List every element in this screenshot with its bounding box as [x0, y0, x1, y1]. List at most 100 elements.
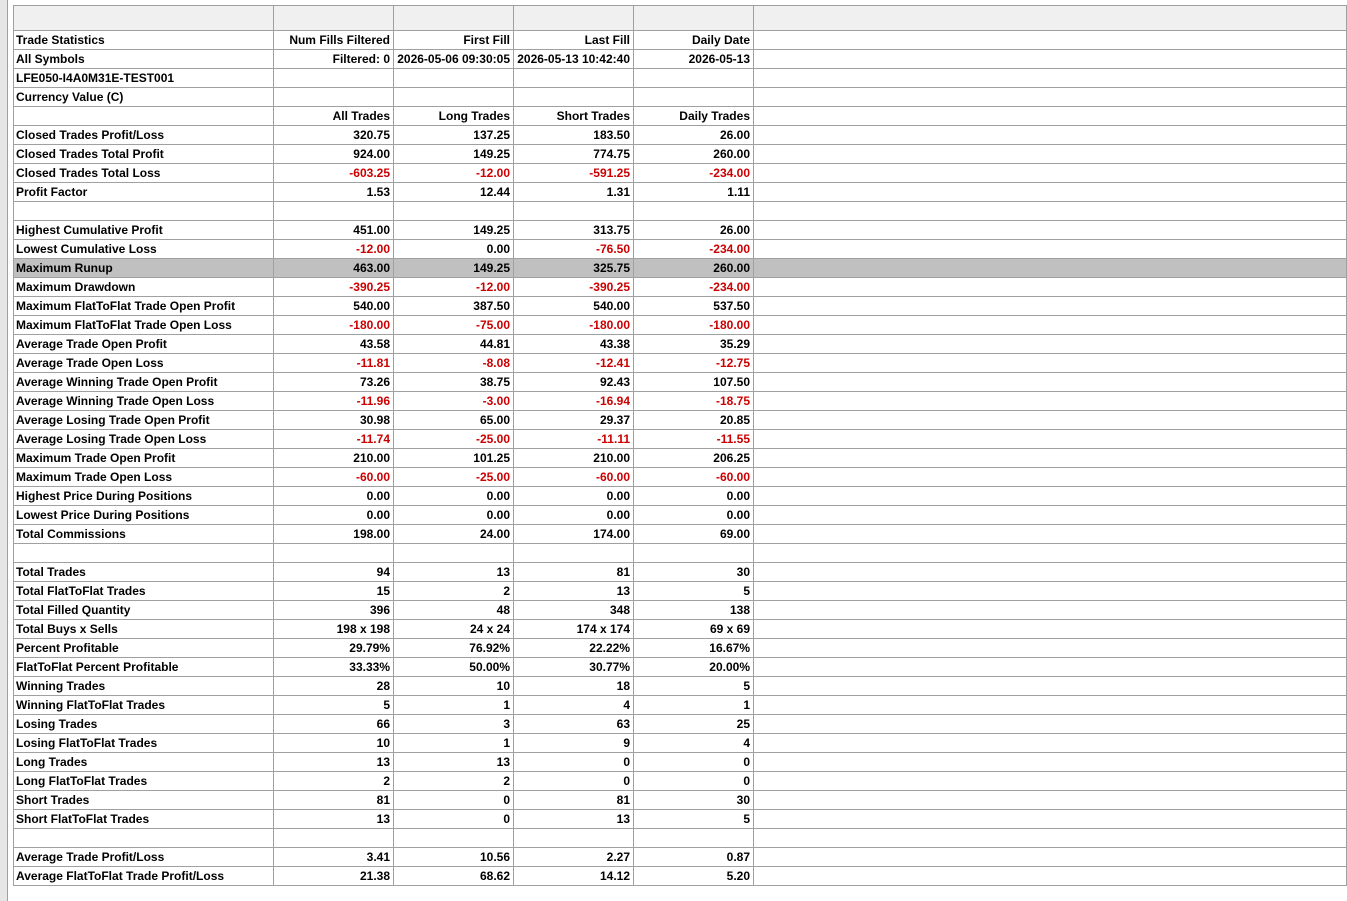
- empty-cell: [393, 201, 514, 221]
- empty-cell: [753, 657, 1347, 677]
- stat-value: 30.77%: [513, 657, 634, 677]
- daily-date-heading: Daily Date: [633, 30, 754, 50]
- stat-value: 65.00: [393, 410, 514, 430]
- stat-value: 50.00%: [393, 657, 514, 677]
- empty-cell: [753, 828, 1347, 848]
- stat-row: Long FlatToFlat Trades 2 2 0 0: [13, 771, 1347, 791]
- stat-value: -60.00: [633, 467, 754, 487]
- stat-row: FlatToFlat Percent Profitable 33.33% 50.00…: [13, 657, 1347, 677]
- stat-value: -390.25: [273, 277, 394, 297]
- stat-value: 13: [513, 581, 634, 601]
- empty-cell: [753, 49, 1347, 69]
- empty-cell: [633, 201, 754, 221]
- stat-value: 206.25: [633, 448, 754, 468]
- stat-row: Average Winning Trade Open Profit 73.26 38…: [13, 372, 1347, 392]
- stat-value: 5: [273, 695, 394, 715]
- empty-cell: [753, 866, 1347, 886]
- stat-label: Average FlatToFlat Trade Profit/Loss: [13, 866, 274, 886]
- stat-value: 0.00: [393, 239, 514, 259]
- stat-value: -603.25: [273, 163, 394, 183]
- stat-value: 30: [633, 562, 754, 582]
- stat-value: 396: [273, 600, 394, 620]
- stat-value: 537.50: [633, 296, 754, 316]
- stat-value: 0: [633, 771, 754, 791]
- stat-value: 174 x 174: [513, 619, 634, 639]
- stat-row: Winning FlatToFlat Trades 5 1 4 1: [13, 695, 1347, 715]
- empty-cell: [273, 828, 394, 848]
- stat-value: 9: [513, 733, 634, 753]
- stat-value: 94: [273, 562, 394, 582]
- account-label: LFE050-I4A0M31E-TEST001: [13, 68, 274, 88]
- stat-label: Maximum Runup: [13, 258, 274, 278]
- stat-value: 0.87: [633, 847, 754, 867]
- col-short-trades: Short Trades: [513, 106, 634, 126]
- empty-cell: [753, 847, 1347, 867]
- stat-value: -3.00: [393, 391, 514, 411]
- empty-cell: [513, 543, 634, 563]
- stat-value: 1: [393, 695, 514, 715]
- empty-cell: [753, 467, 1347, 487]
- stat-row: Highest Cumulative Profit 451.00 149.25 313…: [13, 220, 1347, 240]
- empty-cell: [753, 182, 1347, 202]
- stat-value: 0.00: [513, 486, 634, 506]
- stat-value: 4: [513, 695, 634, 715]
- last-fill-value: 2026-05-13 10:42:40: [513, 49, 634, 69]
- empty-cell: [273, 87, 394, 107]
- stat-label: Total Commissions: [13, 524, 274, 544]
- daily-date-value: 2026-05-13: [633, 49, 754, 69]
- stat-value: -234.00: [633, 163, 754, 183]
- empty-cell: [513, 68, 634, 88]
- stat-label: Closed Trades Profit/Loss: [13, 125, 274, 145]
- stat-value: 81: [513, 790, 634, 810]
- stat-value: 210.00: [513, 448, 634, 468]
- stat-value: 0: [393, 809, 514, 829]
- stat-value: 4: [633, 733, 754, 753]
- empty-cell: [753, 752, 1347, 772]
- empty-cell: [633, 87, 754, 107]
- stat-value: -8.08: [393, 353, 514, 373]
- stat-value: 3: [393, 714, 514, 734]
- stat-value: 1.11: [633, 182, 754, 202]
- column-header-row: [13, 5, 1347, 31]
- header-cell-2: [393, 5, 514, 31]
- stat-value: 5: [633, 676, 754, 696]
- stat-value: 26.00: [633, 220, 754, 240]
- first-fill-value: 2026-05-06 09:30:05: [393, 49, 514, 69]
- stat-label: Average Winning Trade Open Profit: [13, 372, 274, 392]
- stat-value: 2.27: [513, 847, 634, 867]
- stat-value: 137.25: [393, 125, 514, 145]
- empty-cell: [513, 828, 634, 848]
- stat-value: 463.00: [273, 258, 394, 278]
- stat-label: Lowest Price During Positions: [13, 505, 274, 525]
- stat-row: Maximum Runup 463.00 149.25 325.75 260.00: [13, 258, 1347, 278]
- stat-label: Maximum FlatToFlat Trade Open Loss: [13, 315, 274, 335]
- empty-cell: [753, 429, 1347, 449]
- stat-value: 0.00: [273, 505, 394, 525]
- stat-row: Losing FlatToFlat Trades 10 1 9 4: [13, 733, 1347, 753]
- empty-cell: [753, 144, 1347, 164]
- stat-value: 198.00: [273, 524, 394, 544]
- col-long-trades: Long Trades: [393, 106, 514, 126]
- stats-column-header-row: All Trades Long Trades Short Trades Dail…: [13, 106, 1347, 126]
- stat-value: -60.00: [273, 467, 394, 487]
- empty-cell: [393, 68, 514, 88]
- stat-value: 43.38: [513, 334, 634, 354]
- stat-value: 81: [513, 562, 634, 582]
- stat-value: 0.00: [393, 486, 514, 506]
- stat-label: Winning FlatToFlat Trades: [13, 695, 274, 715]
- stat-value: 101.25: [393, 448, 514, 468]
- stat-label: Short Trades: [13, 790, 274, 810]
- stat-value: 12.44: [393, 182, 514, 202]
- empty-cell: [753, 163, 1347, 183]
- header-cell-3: [513, 5, 634, 31]
- stat-value: -180.00: [633, 315, 754, 335]
- empty-cell: [753, 771, 1347, 791]
- stat-value: 260.00: [633, 144, 754, 164]
- empty-cell: [753, 68, 1347, 88]
- stat-row: Long Trades 13 13 0 0: [13, 752, 1347, 772]
- stat-label: Maximum Trade Open Loss: [13, 467, 274, 487]
- stat-label: Highest Price During Positions: [13, 486, 274, 506]
- empty-cell: [753, 334, 1347, 354]
- stat-value: 0: [393, 790, 514, 810]
- stat-value: 43.58: [273, 334, 394, 354]
